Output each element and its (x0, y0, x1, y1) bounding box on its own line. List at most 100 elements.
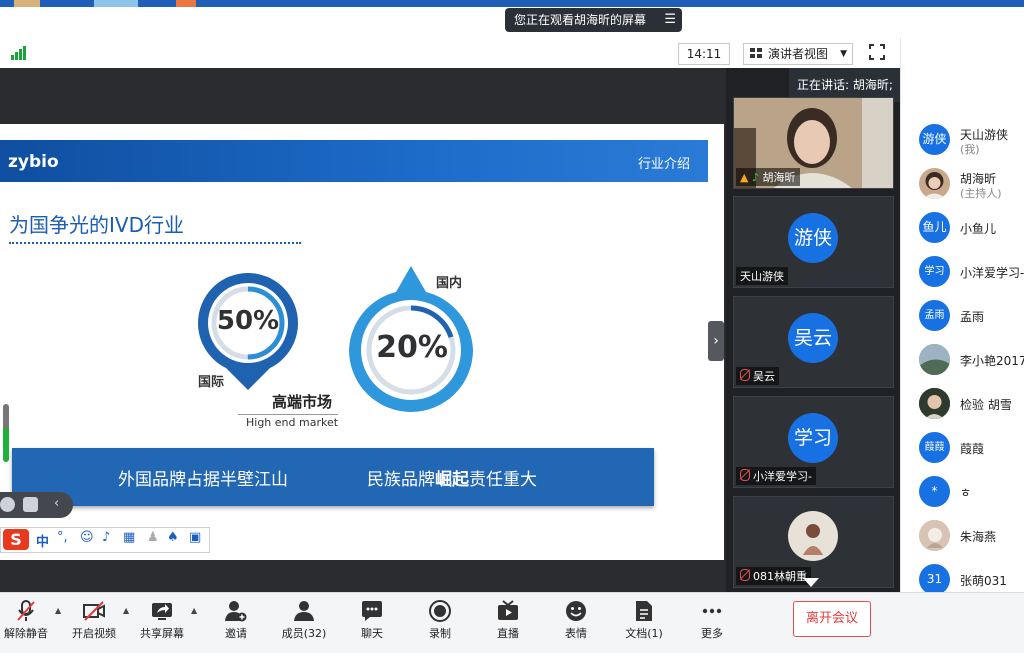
keyboard-icon[interactable]: ▦ (123, 530, 135, 545)
member-photo-avatar (919, 168, 950, 199)
heading-underline (9, 242, 301, 244)
floating-annotation-pill[interactable]: ‹ (0, 492, 73, 518)
slide-heading: 为国争光的IVD行业 (9, 213, 184, 237)
stat-international-label: 国际 (198, 375, 225, 390)
taskbar-thumb-1[interactable] (14, 0, 40, 7)
market-subtitle: High end market (246, 416, 339, 429)
share-screen-label: 共享屏幕 (140, 627, 184, 640)
stat-international-value: 50% (216, 306, 280, 336)
chevron-left-icon[interactable]: ‹ (54, 496, 59, 511)
caret-up-icon[interactable]: ▲ (191, 606, 197, 615)
banner-right-bold: 崛起 (435, 470, 469, 490)
live-stream-button[interactable]: 直播 (478, 598, 538, 644)
member-name: 张萌031 (960, 574, 1007, 588)
more-label: 更多 (701, 627, 723, 640)
video-tile-name: 081林朝重 (736, 567, 811, 585)
member-name: 葭葭 (960, 442, 985, 456)
banner-left-text: 外国品牌占据半壁江山 (118, 470, 288, 490)
video-tile[interactable]: 081林朝重 (733, 496, 894, 588)
punctuation-icon[interactable]: °, (57, 530, 68, 545)
live-stream-icon (498, 600, 518, 620)
user-icon: ▲ (740, 171, 749, 184)
skin-shirt-icon[interactable]: ♠ (167, 530, 179, 545)
microphone-icon: ♪ (751, 171, 759, 184)
video-tile-host[interactable]: ▲ ♪ 胡海昕 (733, 97, 894, 189)
more-button[interactable]: 更多 (682, 598, 742, 644)
member-avatar: 31 (919, 564, 950, 595)
taskbar-thumb-2[interactable] (94, 0, 138, 7)
expand-video-panel-handle[interactable]: › (708, 321, 724, 361)
banner-right-suffix: 责任重大 (469, 470, 537, 490)
members-icon (294, 601, 314, 621)
record-button[interactable]: 录制 (410, 598, 470, 644)
view-mode-label: 演讲者视图 (768, 47, 829, 61)
video-tile-name: 天山游侠 (736, 267, 788, 285)
slide-section-title: 行业介绍 (638, 157, 691, 172)
member-avatar: 葭葭 (919, 432, 950, 463)
video-tile[interactable]: 学习 小洋爱学习- (733, 396, 894, 488)
participant-avatar: 吴云 (788, 313, 838, 363)
document-icon (636, 601, 652, 621)
member-name: 小鱼儿 (960, 222, 997, 236)
toolbox-grid-icon[interactable]: ▣ (189, 530, 201, 545)
chat-bubble-icon[interactable] (23, 497, 38, 512)
caret-up-icon[interactable]: ▲ (55, 606, 61, 615)
sogou-logo-icon[interactable]: S (3, 529, 29, 550)
emoji-icon[interactable] (0, 497, 15, 512)
members-button[interactable]: 成员(32) (274, 598, 334, 644)
input-method-toolbar[interactable]: S 中 °, ☺ ♪ ▦ ♟ ♠ ▣ (0, 527, 210, 553)
reactions-button[interactable]: 表情 (546, 598, 606, 644)
invite-button[interactable]: 邀请 (206, 598, 266, 644)
taskbar-thumb-3[interactable] (176, 0, 196, 7)
slide-header-bar (0, 140, 708, 182)
smiley-icon[interactable]: ☺ (80, 530, 94, 545)
member-name: 检验 胡雪 (960, 398, 1012, 412)
start-video-button[interactable]: 开启视频 (64, 598, 124, 644)
market-title: 高端市场 (272, 393, 333, 411)
member-photo-avatar (919, 520, 950, 551)
member-avatar: 学习 (919, 256, 950, 287)
chat-icon (362, 601, 382, 621)
member-avatar: 游侠 (919, 124, 950, 155)
stat-domestic-label: 国内 (436, 276, 463, 291)
video-tile[interactable]: 游侠 天山游侠 (733, 196, 894, 288)
leave-meeting-button[interactable]: 离开会议 (793, 601, 871, 637)
member-avatar: 鱼儿 (919, 212, 950, 243)
participant-avatar: 学习 (788, 413, 838, 463)
meeting-clock: 14:11 (678, 43, 730, 65)
camera-off-icon (83, 601, 105, 621)
chevron-down-icon: ▼ (840, 49, 847, 59)
market-divider (238, 414, 338, 415)
ime-mode-indicator[interactable]: 中 (36, 531, 49, 550)
member-role: (我) (960, 143, 980, 156)
chat-button[interactable]: 聊天 (342, 598, 402, 644)
mic-muted-icon (740, 469, 750, 481)
documents-button[interactable]: 文档(1) (614, 598, 674, 644)
scroll-down-arrow-icon[interactable] (803, 578, 819, 587)
banner-right-prefix: 民族品牌 (367, 470, 435, 490)
member-photo-avatar (919, 344, 950, 375)
network-signal-icon[interactable] (11, 46, 27, 60)
slide-logo: zybio (8, 152, 59, 172)
watching-screen-banner[interactable]: 您正在观看胡海昕的屏幕 ☰ (505, 8, 682, 32)
member-photo-avatar (919, 388, 950, 419)
mic-muted-icon (740, 369, 750, 381)
member-avatar: 孟雨 (919, 300, 950, 331)
unmute-button[interactable]: 解除静音 (0, 598, 56, 644)
fullscreen-icon[interactable] (869, 44, 885, 60)
microphone-icon[interactable]: ♪ (102, 530, 110, 545)
view-mode-dropdown[interactable]: 演讲者视图 ▼ (743, 43, 853, 65)
add-user-icon (225, 601, 247, 622)
share-screen-button[interactable]: 共享屏幕 (132, 598, 192, 644)
caret-up-icon[interactable]: ▲ (123, 606, 129, 615)
grid-view-icon (750, 48, 762, 59)
member-role: (主持人) (960, 187, 1002, 200)
video-tile[interactable]: 吴云 吴云 (733, 296, 894, 388)
mic-muted-icon (740, 569, 750, 581)
participant-photo-avatar (788, 511, 838, 561)
member-name: 朱海燕 (960, 530, 997, 544)
user-icon[interactable]: ♟ (147, 530, 159, 545)
smiley-icon (566, 601, 586, 621)
participant-avatar: 游侠 (788, 213, 838, 263)
menu-list-icon[interactable]: ☰ (664, 8, 676, 32)
